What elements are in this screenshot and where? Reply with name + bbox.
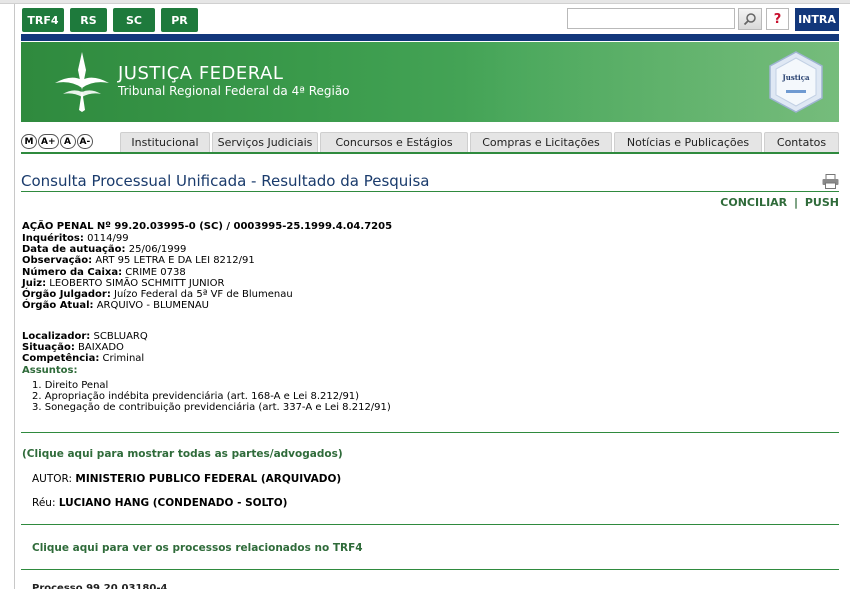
justica-seal-icon: Justiça [769,51,823,113]
assuntos-list: 1. Direito Penal 2. Apropriação indébita… [32,380,391,414]
font-size-controls: M A+ A A- [21,134,94,149]
party-autor-name: MINISTERIO PUBLICO FEDERAL (ARQUIVADO) [75,473,342,485]
party-reu-name: LUCIANO HANG (CONDENADO - SOLTO) [58,497,288,509]
tab-sc[interactable]: SC [113,8,155,32]
show-all-parties-link[interactable]: (Clique aqui para mostrar todas as parte… [22,448,343,460]
font-increase-button[interactable]: A+ [38,134,59,149]
print-icon[interactable] [822,174,839,189]
field-numero-caixa: Número da Caixa: CRIME 0738 [22,266,186,278]
process-header: AÇÃO PENAL Nº 99.20.03995-0 (SC) / 00039… [22,221,393,232]
field-inqueritos: Inquéritos: 0114/99 [22,233,129,244]
link-separator: | [794,196,799,209]
search-input[interactable] [567,8,735,29]
search-button[interactable] [738,8,762,30]
header-banner: JUSTIÇA FEDERAL Tribunal Regional Federa… [21,42,839,122]
list-item: 2. Apropriação indébita previdenciária (… [32,391,360,403]
menu-concursos-estagios[interactable]: Concursos e Estágios [320,132,468,152]
field-orgao-julgador: Órgão Julgador: Juízo Federal da 5ª VF d… [22,289,293,301]
tab-pr[interactable]: PR [161,8,198,32]
section-divider [21,569,839,570]
party-autor-label: AUTOR: [32,473,73,485]
title-divider [21,191,839,192]
font-default-button[interactable]: A [59,134,76,149]
field-juiz: Juiz: LEOBERTO SIMÃO SCHMITT JUNIOR [22,277,225,289]
menu-compras-licitacoes[interactable]: Compras e Licitações [470,132,612,152]
list-item: 1. Direito Penal [32,380,109,391]
banner-title[interactable]: JUSTIÇA FEDERAL [118,63,283,84]
help-button[interactable]: ? [766,8,789,30]
party-reu: Réu: LUCIANO HANG (CONDENADO - SOLTO) [32,497,287,509]
section-divider [21,432,839,433]
page-title: Consulta Processual Unificada - Resultad… [21,172,430,190]
process-status-fields: Localizador: SCBLUARQ Situação: BAIXADO … [22,331,148,376]
intra-button[interactable]: INTRA [795,8,839,31]
party-reu-label: Réu: [32,497,56,509]
field-competencia: Competência: Criminal [22,353,145,365]
main-menu: M A+ A A- Institucional Serviços Judicia… [21,132,839,154]
menu-contatos[interactable]: Contatos [764,132,839,152]
menu-institucional[interactable]: Institucional [120,132,210,152]
svg-text:Justiça: Justiça [781,73,809,82]
party-autor: AUTOR: MINISTERIO PUBLICO FEDERAL (ARQUI… [32,473,341,485]
related-processes-link[interactable]: Clique aqui para ver os processos relaci… [32,542,363,554]
push-link[interactable]: PUSH [805,196,839,209]
page: TRF4 RS SC PR ? INTRA JUSTIÇA FEDERAL Tr… [0,0,850,589]
assuntos-label: Assuntos: [22,364,78,376]
font-normal-button[interactable]: M [21,134,37,149]
conciliar-link[interactable]: CONCILIAR [720,196,787,209]
menu-servicos-judiciais[interactable]: Serviços Judiciais [212,132,318,152]
justica-federal-logo-icon[interactable] [51,50,113,112]
cut-off-text: Processo 99.20.03180-4 [32,583,168,589]
search-icon [743,13,756,26]
tab-rs[interactable]: RS [70,8,107,32]
section-divider [21,524,839,525]
field-data-autuacao: Data de autuação: 25/06/1999 [22,244,187,256]
list-item: 3. Sonegação de contribuição previdenciá… [32,402,391,414]
field-orgao-atual: Órgão Atual: ARQUIVO - BLUMENAU [22,300,209,312]
banner-subtitle: Tribunal Regional Federal da 4ª Região [118,84,350,98]
conciliar-push-links: CONCILIAR | PUSH [720,196,839,209]
process-fields: Inquéritos: 0114/99 Data de autuação: 25… [22,233,293,311]
header-navy-bar [21,34,839,41]
tab-trf4[interactable]: TRF4 [22,8,64,32]
field-situacao: Situação: BAIXADO [22,342,124,354]
menu-noticias-publicacoes[interactable]: Notícias e Publicações [614,132,762,152]
field-observacao: Observação: ART 95 LETRA E DA LEI 8212/9… [22,255,255,267]
top-tabs: TRF4 RS SC PR [22,8,198,32]
font-decrease-button[interactable]: A- [76,134,94,149]
field-localizador: Localizador: SCBLUARQ [22,331,148,342]
